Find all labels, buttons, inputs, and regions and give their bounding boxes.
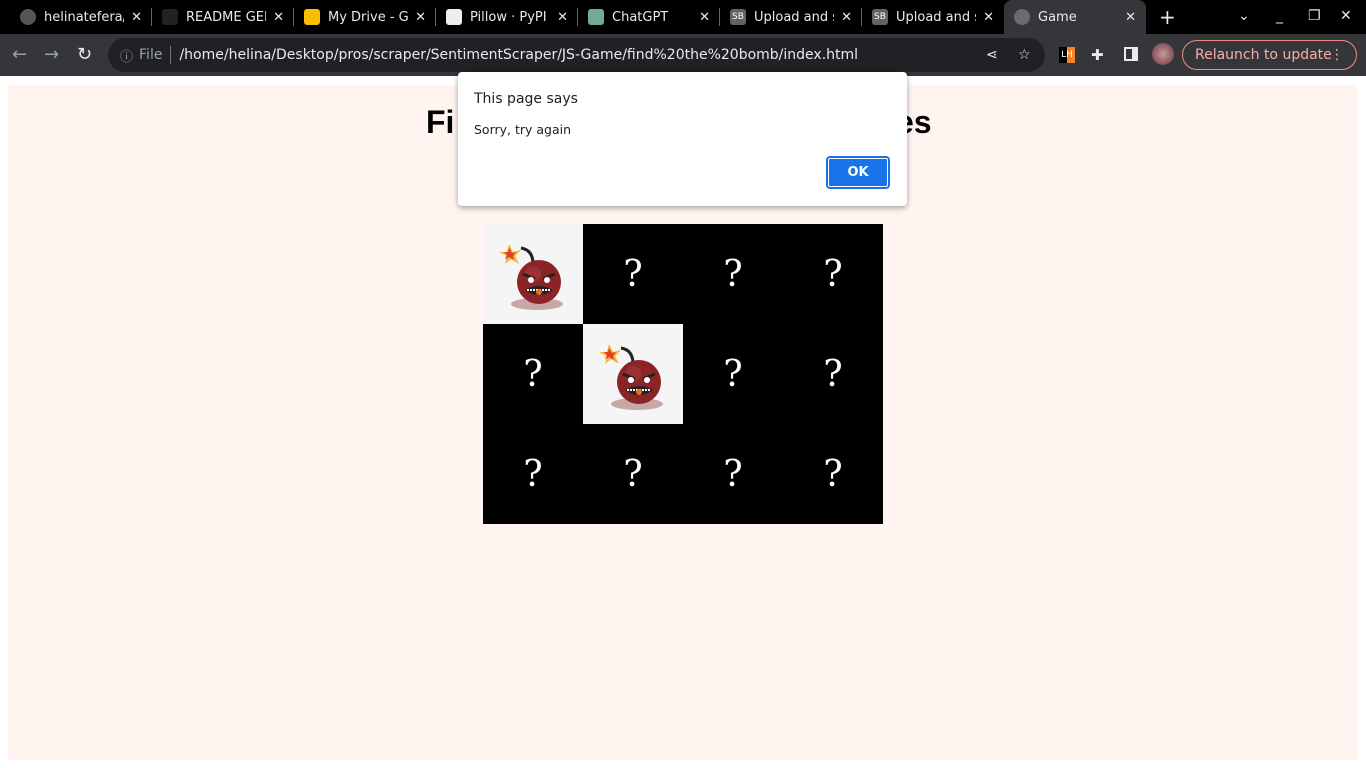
relaunch-label: Relaunch to update [1195, 47, 1332, 63]
side-panel-icon[interactable] [1124, 47, 1138, 61]
address-bar[interactable]: ⓘ File /home/helina/Desktop/pros/scraper… [108, 38, 1045, 72]
url-text[interactable]: /home/helina/Desktop/pros/scraper/Sentim… [179, 47, 858, 63]
grid-cell-hidden[interactable]: ? [483, 324, 583, 424]
tab-title: Pillow · PyPI [470, 9, 547, 25]
readme-icon [162, 9, 178, 25]
minimize-button[interactable]: _ [1276, 8, 1283, 24]
more-menu-icon[interactable]: ⋮ [1330, 47, 1344, 63]
profile-avatar[interactable] [1152, 43, 1174, 65]
tab-search-icon[interactable]: ⌄ [1238, 8, 1250, 24]
new-tab-button[interactable]: + [1159, 5, 1176, 29]
tab[interactable]: Pillow · PyPI ✕ [436, 0, 578, 34]
restore-button[interactable]: ❐ [1308, 8, 1321, 24]
back-button[interactable]: ← [12, 44, 27, 65]
grid-cell-hidden[interactable]: ? [683, 224, 783, 324]
tab[interactable]: ChatGPT ✕ [578, 0, 720, 34]
tab[interactable]: SB Upload and s ✕ [720, 0, 862, 34]
tab-title: Upload and s [896, 9, 976, 25]
close-tab-icon[interactable]: ✕ [131, 10, 142, 25]
scheme-label: File [139, 47, 163, 63]
close-tab-icon[interactable]: ✕ [1125, 10, 1136, 25]
tab-title: Game [1038, 9, 1077, 25]
grid-cell-bomb[interactable] [583, 324, 683, 424]
relaunch-button[interactable]: Relaunch to update ⋮ [1182, 40, 1357, 70]
game-grid: ?????????? [483, 224, 883, 524]
sb-icon: SB [872, 9, 888, 25]
tab[interactable]: My Drive - Go ✕ [294, 0, 436, 34]
bookmark-star-icon[interactable]: ☆ [1018, 47, 1031, 63]
pypi-icon [446, 9, 462, 25]
close-tab-icon[interactable]: ✕ [841, 10, 852, 25]
lighthouse-extension-icon[interactable]: LH [1059, 47, 1075, 63]
tab-title: helinatefera/ [44, 9, 124, 25]
share-icon[interactable]: ⋖ [986, 47, 998, 63]
divider [170, 46, 172, 64]
globe-icon [1014, 9, 1030, 25]
tab-title: My Drive - Go [328, 9, 408, 25]
grid-cell-hidden[interactable]: ? [483, 424, 583, 524]
github-icon [20, 9, 36, 25]
google-drive-icon [304, 9, 320, 25]
page-title-start: Fi [426, 104, 455, 140]
close-tab-icon[interactable]: ✕ [415, 10, 426, 25]
close-tab-icon[interactable]: ✕ [699, 10, 710, 25]
close-tab-icon[interactable]: ✕ [983, 10, 994, 25]
grid-cell-hidden[interactable]: ? [683, 424, 783, 524]
ok-button[interactable]: OK [826, 156, 890, 189]
grid-cell-hidden[interactable]: ? [583, 224, 683, 324]
grid-cell-hidden[interactable]: ? [783, 424, 883, 524]
info-icon[interactable]: ⓘ [120, 46, 133, 65]
grid-cell-hidden[interactable]: ? [583, 424, 683, 524]
tab-title: Upload and s [754, 9, 834, 25]
sb-icon: SB [730, 9, 746, 25]
grid-cell-hidden[interactable]: ? [783, 324, 883, 424]
chatgpt-icon [588, 9, 604, 25]
dialog-message: Sorry, try again [474, 122, 572, 137]
tab[interactable]: SB Upload and s ✕ [862, 0, 1004, 34]
close-tab-icon[interactable]: ✕ [273, 10, 284, 25]
grid-cell-hidden[interactable]: ? [683, 324, 783, 424]
close-window-button[interactable]: ✕ [1340, 8, 1352, 24]
tab[interactable]: README GEN ✕ [152, 0, 294, 34]
forward-button[interactable]: → [44, 44, 59, 65]
grid-cell-bomb[interactable] [483, 224, 583, 324]
grid-cell-hidden[interactable]: ? [783, 224, 883, 324]
bomb-icon [499, 244, 563, 310]
extensions-puzzle-icon[interactable]: ✚ [1091, 46, 1104, 64]
tab-title: README GEN [186, 9, 266, 25]
tab[interactable]: helinatefera/ ✕ [10, 0, 152, 34]
dialog-title: This page says [474, 91, 578, 107]
tab-title: ChatGPT [612, 9, 669, 25]
toolbar: ← → ↻ ⓘ File /home/helina/Desktop/pros/s… [0, 34, 1366, 76]
tab[interactable]: Game ✕ [1004, 0, 1146, 34]
close-tab-icon[interactable]: ✕ [557, 10, 568, 25]
alert-dialog: This page says Sorry, try again OK [458, 72, 907, 206]
bomb-icon [599, 344, 663, 410]
reload-button[interactable]: ↻ [77, 44, 92, 65]
